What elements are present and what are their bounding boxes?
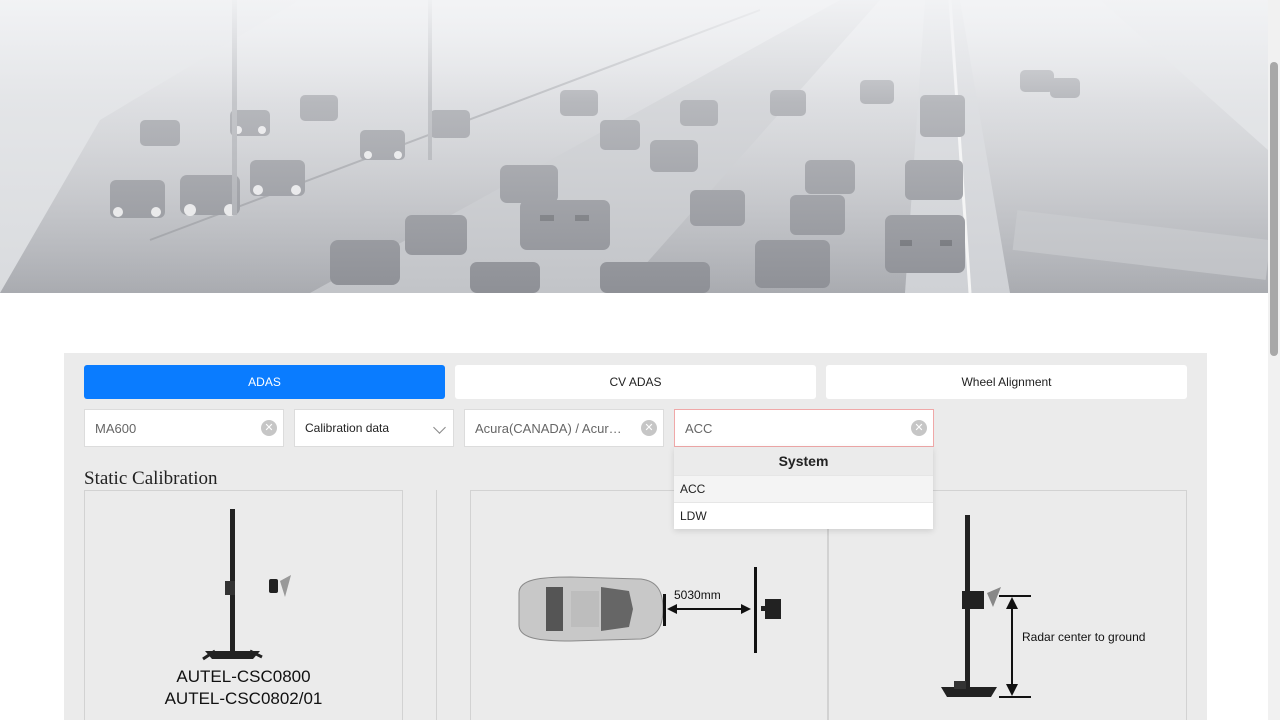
card-divider (436, 490, 437, 720)
calibration-stand-image (202, 509, 291, 661)
calibration-panel: ADAS CV ADAS Wheel Alignment MA600 ✕ Cal… (64, 353, 1207, 720)
vehicle-select[interactable]: Acura(CANADA) / Acura/RDX/2019 ✕ (464, 409, 664, 447)
device-value: MA600 (95, 420, 137, 436)
tab-wheel-alignment[interactable]: Wheel Alignment (826, 365, 1187, 399)
scrollbar-thumb[interactable] (1270, 62, 1278, 356)
dropdown-option-acc[interactable]: ACC (674, 475, 933, 502)
distance-label: 5030mm (674, 588, 721, 602)
page: ADAS CV ADAS Wheel Alignment MA600 ✕ Cal… (0, 0, 1280, 720)
system-value: ACC (685, 420, 713, 436)
device-select[interactable]: MA600 ✕ (84, 409, 284, 447)
tool-card: AUTEL-CSC0800 AUTEL-CSC0802/01 (84, 490, 403, 720)
data-type-select[interactable]: Calibration data (294, 409, 454, 447)
tool-name-line2: AUTEL-CSC0802/01 (164, 689, 323, 708)
dropdown-option-ldw[interactable]: LDW (674, 502, 933, 529)
tool-name-line1: AUTEL-CSC0800 (176, 667, 311, 686)
highway-traffic-image (0, 0, 1268, 293)
dropdown-header: System (674, 447, 933, 475)
tab-cv-adas[interactable]: CV ADAS (455, 365, 816, 399)
clear-icon[interactable]: ✕ (261, 420, 277, 436)
clear-icon[interactable]: ✕ (911, 420, 927, 436)
vehicle-value: Acura(CANADA) / Acura/RDX/2019 (475, 420, 625, 436)
system-dropdown: System ACC LDW (674, 447, 933, 529)
chevron-down-icon (433, 421, 446, 434)
height-label: Radar center to ground (1022, 630, 1146, 644)
tab-adas[interactable]: ADAS (84, 365, 445, 399)
clear-icon[interactable]: ✕ (641, 420, 657, 436)
system-select[interactable]: ACC ✕ (674, 409, 934, 447)
page-scrollbar[interactable] (1268, 0, 1280, 720)
hero-banner (0, 0, 1268, 293)
data-type-value: Calibration data (305, 421, 390, 435)
section-title: Static Calibration (84, 468, 218, 489)
